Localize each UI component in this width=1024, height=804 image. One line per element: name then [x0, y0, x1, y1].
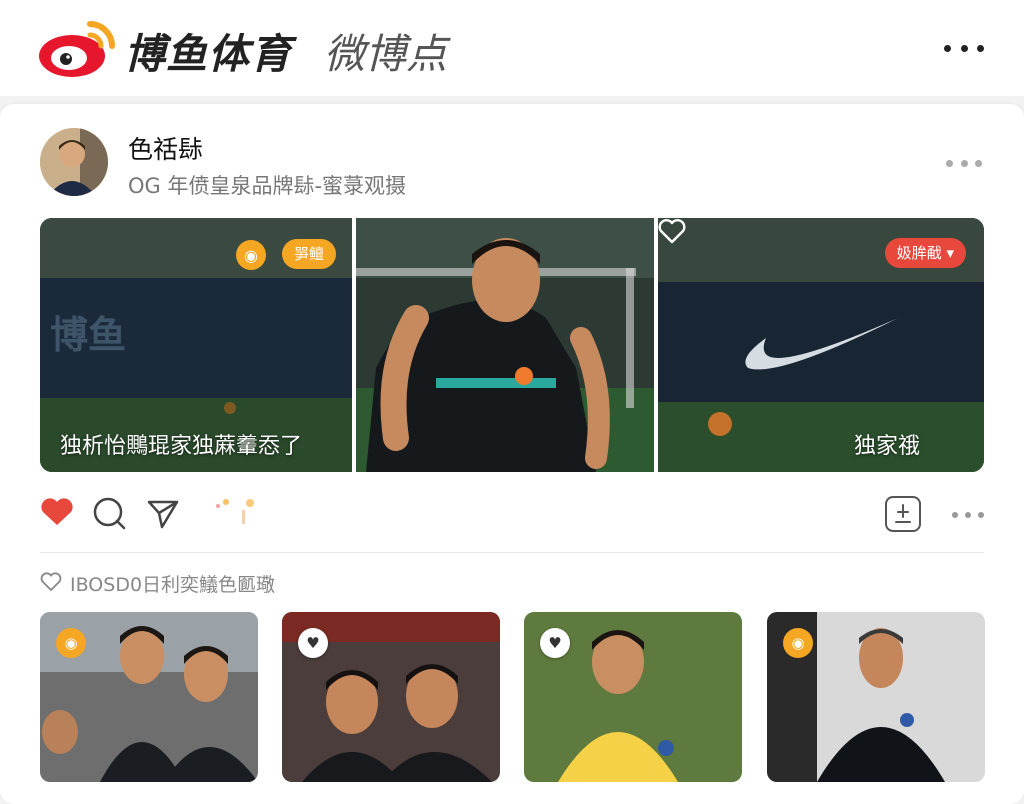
weibo-logo-icon[interactable]: [38, 16, 118, 78]
media-caption: 独析怡䴍琨家独蔴䡨㤁了: [60, 434, 303, 459]
sticker-decoration-icon: [216, 499, 254, 524]
weibo-badge-icon: ◉: [56, 628, 86, 658]
author-name[interactable]: 色䄆䦊: [128, 130, 203, 166]
header-more-icon[interactable]: [944, 36, 984, 60]
thumbnail-3[interactable]: ♥: [524, 612, 742, 782]
action-more-icon[interactable]: [952, 510, 984, 520]
media-panel-left[interactable]: 博鱼 ◉ 㖐鳣 独析怡䴍琨家独蔴䡨㤁了: [40, 218, 352, 472]
likes-heart-icon: [40, 572, 62, 592]
brand-subtitle: 微博点: [324, 30, 447, 78]
media-panel-center[interactable]: [356, 218, 654, 472]
post-media: 博鱼 ◉ 㖐鳣 独析怡䴍琨家独蔴䡨㤁了 㚫䏬㦷 ▾ 独家䄉: [40, 218, 984, 472]
weibo-badge-icon: ◉: [783, 628, 813, 658]
thumbnail-2[interactable]: ♥: [282, 612, 500, 782]
brand-name: 博鱼体育: [124, 30, 292, 78]
bookmark-icon[interactable]: [884, 495, 922, 533]
media-caption-right: 独家䄉: [853, 434, 920, 459]
thumbnail-1[interactable]: ◉: [40, 612, 258, 782]
divider: [40, 552, 984, 553]
post-meta: OG 年偾皇泉品牌䦊-蜜菉观摄: [128, 174, 407, 198]
heart-outline-icon[interactable]: [658, 218, 686, 244]
share-icon[interactable]: [146, 498, 180, 530]
media-tag-button[interactable]: 㚫䏬㦷 ▾: [884, 238, 966, 268]
media-badge: 㖐鳣: [282, 239, 337, 269]
like-heart-filled-icon[interactable]: [40, 497, 74, 527]
likes-summary[interactable]: IBOSD0日利奕䲑色㔳璥: [70, 570, 275, 597]
app-header: 博鱼体育 微博点: [0, 0, 1024, 96]
author-avatar[interactable]: [40, 128, 108, 196]
heart-badge-icon: ♥: [540, 628, 570, 658]
media-panel-right[interactable]: 㚫䏬㦷 ▾ 独家䄉: [658, 218, 984, 472]
weibo-badge-icon: ◉: [236, 240, 266, 270]
svg-text:博鱼: 博鱼: [50, 313, 126, 357]
heart-badge-icon: ♥: [298, 628, 328, 658]
post-more-icon[interactable]: [946, 154, 982, 172]
thumbnail-4[interactable]: ◉: [767, 612, 985, 782]
comment-icon[interactable]: [92, 496, 126, 530]
